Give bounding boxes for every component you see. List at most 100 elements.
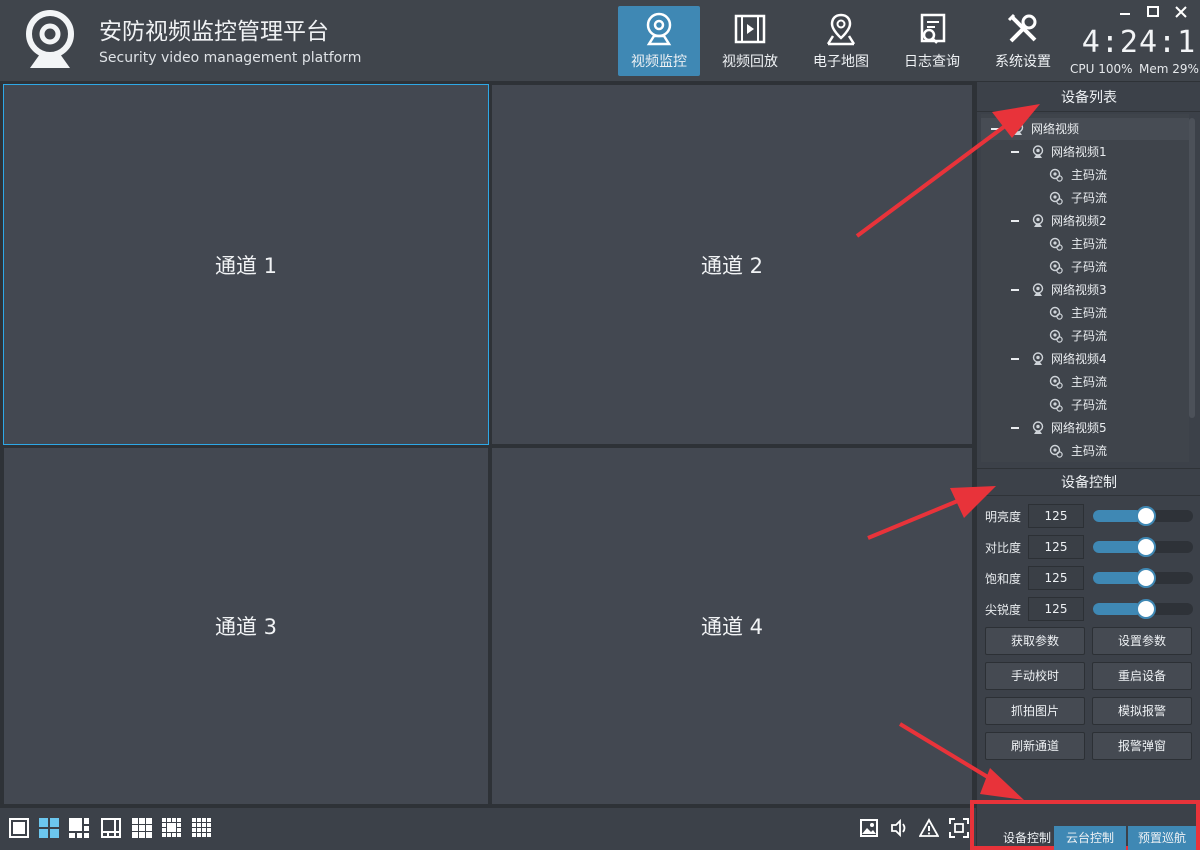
channel-label: 通道 4 xyxy=(700,615,764,639)
device-tree-scrollbar[interactable] xyxy=(1189,118,1195,418)
channel-label: 通道 3 xyxy=(214,615,278,639)
tree-device[interactable]: 网络视频3 xyxy=(981,279,1189,301)
fullscreen-icon[interactable] xyxy=(949,818,969,838)
map-pin-icon xyxy=(826,13,856,46)
param-label: 对比度 xyxy=(985,541,1022,555)
device-list-title: 设备列表 xyxy=(977,84,1200,112)
tools-icon xyxy=(1007,13,1037,43)
video-channel-1[interactable]: 通道 1 xyxy=(3,84,489,445)
param-slider[interactable] xyxy=(1093,506,1193,526)
param-label: 饱和度 xyxy=(985,572,1022,586)
nav-video-monitor[interactable]: 视频监控 xyxy=(618,6,700,76)
app-title: 安防视频监控管理平台 xyxy=(99,19,329,45)
volume-icon[interactable] xyxy=(889,818,909,838)
tree-label: 主码流 xyxy=(1071,375,1108,389)
tree-stream[interactable]: 主码流 xyxy=(981,440,1189,462)
layout-13-icon[interactable] xyxy=(162,818,182,838)
device-tree: 网络视频 网络视频1 主码流 子码流 网络视频2 主码流 子码流 网络视频3 主码流 子码流 网络视… xyxy=(981,114,1189,462)
tree-label: 网络视频1 xyxy=(1051,145,1107,159)
param-label: 尖锐度 xyxy=(985,603,1022,617)
tree-label: 网络视频3 xyxy=(1051,283,1107,297)
log-search-icon xyxy=(920,13,946,44)
stream-icon xyxy=(1049,398,1063,412)
action-button[interactable]: 刷新通道 xyxy=(985,732,1085,760)
action-button[interactable]: 模拟报警 xyxy=(1092,697,1192,725)
tree-stream[interactable]: 子码流 xyxy=(981,187,1189,209)
collapse-toggle-icon[interactable] xyxy=(1011,151,1019,153)
slider-handle[interactable] xyxy=(1136,537,1156,557)
tree-label: 主码流 xyxy=(1071,306,1108,320)
action-button[interactable]: 重启设备 xyxy=(1092,662,1192,690)
camera-icon xyxy=(1032,145,1044,158)
video-channel-4[interactable]: 通道 4 xyxy=(491,447,973,805)
camera-icon xyxy=(1032,352,1044,365)
tree-device[interactable]: 网络视频2 xyxy=(981,210,1189,232)
stream-icon xyxy=(1049,168,1063,182)
collapse-toggle-icon[interactable] xyxy=(1011,289,1019,291)
close-icon[interactable] xyxy=(1172,4,1190,20)
snapshot-icon[interactable] xyxy=(859,818,879,838)
collapse-toggle-icon[interactable] xyxy=(1011,427,1019,429)
action-button[interactable]: 手动校时 xyxy=(985,662,1085,690)
layout-9-icon[interactable] xyxy=(132,818,152,838)
tree-label: 子码流 xyxy=(1071,398,1108,412)
tree-label: 主码流 xyxy=(1071,237,1108,251)
action-button[interactable]: 抓拍图片 xyxy=(985,697,1085,725)
action-button[interactable]: 报警弹窗 xyxy=(1092,732,1192,760)
layout-6-icon[interactable] xyxy=(69,818,89,838)
tree-stream[interactable]: 主码流 xyxy=(981,371,1189,393)
param-slider[interactable] xyxy=(1093,599,1193,619)
layout-4-icon[interactable] xyxy=(39,818,59,838)
maximize-icon[interactable] xyxy=(1144,4,1162,20)
slider-handle[interactable] xyxy=(1136,506,1156,526)
slider-handle[interactable] xyxy=(1136,599,1156,619)
nav-electronic-map[interactable]: 电子地图 xyxy=(800,6,882,76)
tree-device[interactable]: 网络视频1 xyxy=(981,141,1189,163)
tree-label: 网络视频2 xyxy=(1051,214,1107,228)
nav-label: 电子地图 xyxy=(813,54,869,70)
action-button[interactable]: 设置参数 xyxy=(1092,627,1192,655)
tab-preset-cruise[interactable]: 预置巡航 xyxy=(1128,826,1196,850)
layout-1-icon[interactable] xyxy=(9,818,29,838)
collapse-toggle-icon[interactable] xyxy=(991,128,999,130)
tree-device[interactable]: 网络视频4 xyxy=(981,348,1189,370)
tree-label: 子码流 xyxy=(1071,260,1108,274)
camera-icon xyxy=(1032,283,1044,296)
param-value-input[interactable]: 125 xyxy=(1028,597,1084,621)
tree-root[interactable]: 网络视频 xyxy=(981,118,1189,140)
stream-icon xyxy=(1049,191,1063,205)
param-value-input[interactable]: 125 xyxy=(1028,504,1084,528)
param-value-input[interactable]: 125 xyxy=(1028,535,1084,559)
action-button[interactable]: 获取参数 xyxy=(985,627,1085,655)
layout-16-icon[interactable] xyxy=(192,818,212,838)
video-channel-3[interactable]: 通道 3 xyxy=(3,447,489,805)
video-channel-2[interactable]: 通道 2 xyxy=(491,84,973,445)
tree-stream[interactable]: 主码流 xyxy=(981,164,1189,186)
alarm-warning-icon[interactable] xyxy=(919,818,939,838)
nav-video-playback[interactable]: 视频回放 xyxy=(709,6,791,76)
stream-icon xyxy=(1049,306,1063,320)
nav-label: 系统设置 xyxy=(995,54,1051,70)
tree-device[interactable]: 网络视频5 xyxy=(981,417,1189,439)
minimize-icon[interactable] xyxy=(1116,4,1134,20)
app-subtitle: Security video management platform xyxy=(99,50,362,66)
svg-text:14:24:17: 14:24:17 xyxy=(1082,25,1196,58)
collapse-toggle-icon[interactable] xyxy=(1011,358,1019,360)
layout-8-icon[interactable] xyxy=(101,818,121,838)
collapse-toggle-icon[interactable] xyxy=(1011,220,1019,222)
tab-ptz-control[interactable]: 云台控制 xyxy=(1054,826,1126,850)
tree-stream[interactable]: 主码流 xyxy=(981,302,1189,324)
nav-log-query[interactable]: 日志查询 xyxy=(891,6,973,76)
tree-stream[interactable]: 子码流 xyxy=(981,325,1189,347)
network-folder-icon xyxy=(1012,122,1024,135)
stream-icon xyxy=(1049,237,1063,251)
nav-system-settings[interactable]: 系统设置 xyxy=(982,6,1064,76)
tree-stream[interactable]: 子码流 xyxy=(981,394,1189,416)
tree-stream[interactable]: 子码流 xyxy=(981,256,1189,278)
tree-stream[interactable]: 主码流 xyxy=(981,233,1189,255)
tab-device-control[interactable]: 设备控制 xyxy=(990,826,1064,850)
param-slider[interactable] xyxy=(1093,568,1193,588)
param-value-input[interactable]: 125 xyxy=(1028,566,1084,590)
param-slider[interactable] xyxy=(1093,537,1193,557)
slider-handle[interactable] xyxy=(1136,568,1156,588)
